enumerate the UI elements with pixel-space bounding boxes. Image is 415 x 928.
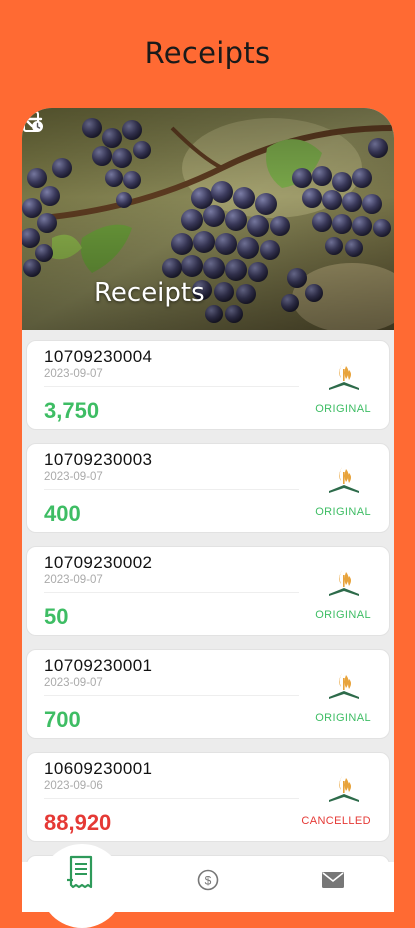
- header-title: Receipts: [94, 278, 205, 308]
- receipt-amount: 700: [44, 707, 81, 732]
- receipt-amount: 3,750: [44, 398, 100, 423]
- receipt-number: 10709230002: [44, 553, 153, 572]
- receipt-number: 10709230004: [44, 347, 153, 366]
- receipt-number: 10709230001: [44, 656, 153, 675]
- page-title: Receipts: [144, 36, 271, 70]
- clipboard-history-icon[interactable]: [22, 108, 44, 134]
- church-logo-icon: [329, 570, 359, 596]
- receipt-row[interactable]: 10609230001 2023-09-06 88,920 CANCELLED: [26, 752, 390, 842]
- receipt-row[interactable]: 10709230001 2023-09-07 700 ORIGINAL: [26, 649, 390, 739]
- church-logo-icon: [329, 467, 359, 493]
- header-banner: Receipts: [22, 108, 394, 330]
- receipt-number: 10609230001: [44, 759, 153, 778]
- receipt-row[interactable]: 10709230003 2023-09-07 400 ORIGINAL: [26, 443, 390, 533]
- bottom-nav: $: [22, 844, 394, 928]
- dollar-icon: $: [197, 869, 219, 891]
- mail-icon: [322, 872, 344, 888]
- receipt-date: 2023-09-07: [44, 574, 103, 586]
- svg-text:$: $: [205, 874, 212, 888]
- nav-messages[interactable]: [270, 862, 394, 912]
- receipt-amount: 50: [44, 604, 69, 629]
- divider: [44, 695, 299, 696]
- receipt-amount: 400: [44, 501, 81, 526]
- receipt-amount: 88,920: [44, 810, 112, 835]
- receipt-icon: [67, 855, 93, 889]
- church-logo-icon: [329, 673, 359, 699]
- receipt-date: 2023-09-07: [44, 471, 103, 483]
- receipts-card: Receipts 10709230004 2023-09-07 3,750 OR…: [22, 108, 394, 908]
- receipt-status: ORIGINAL: [315, 403, 371, 415]
- divider: [44, 798, 299, 799]
- receipt-date: 2023-09-07: [44, 677, 103, 689]
- nav-payments[interactable]: $: [146, 862, 270, 912]
- grapes-image: [22, 108, 394, 330]
- receipt-status: CANCELLED: [301, 815, 371, 827]
- receipt-row[interactable]: 10709230002 2023-09-07 50 ORIGINAL: [26, 546, 390, 636]
- divider: [44, 386, 299, 387]
- receipt-date: 2023-09-06: [44, 780, 103, 792]
- receipt-date: 2023-09-07: [44, 368, 103, 380]
- nav-receipts[interactable]: [22, 844, 146, 928]
- receipt-status: ORIGINAL: [315, 506, 371, 518]
- receipt-number: 10709230003: [44, 450, 153, 469]
- receipt-row[interactable]: 10709230004 2023-09-07 3,750 ORIGINAL: [26, 340, 390, 430]
- church-logo-icon: [329, 364, 359, 390]
- divider: [44, 489, 299, 490]
- divider: [44, 592, 299, 593]
- church-logo-icon: [329, 776, 359, 802]
- receipt-status: ORIGINAL: [315, 609, 371, 621]
- receipt-status: ORIGINAL: [315, 712, 371, 724]
